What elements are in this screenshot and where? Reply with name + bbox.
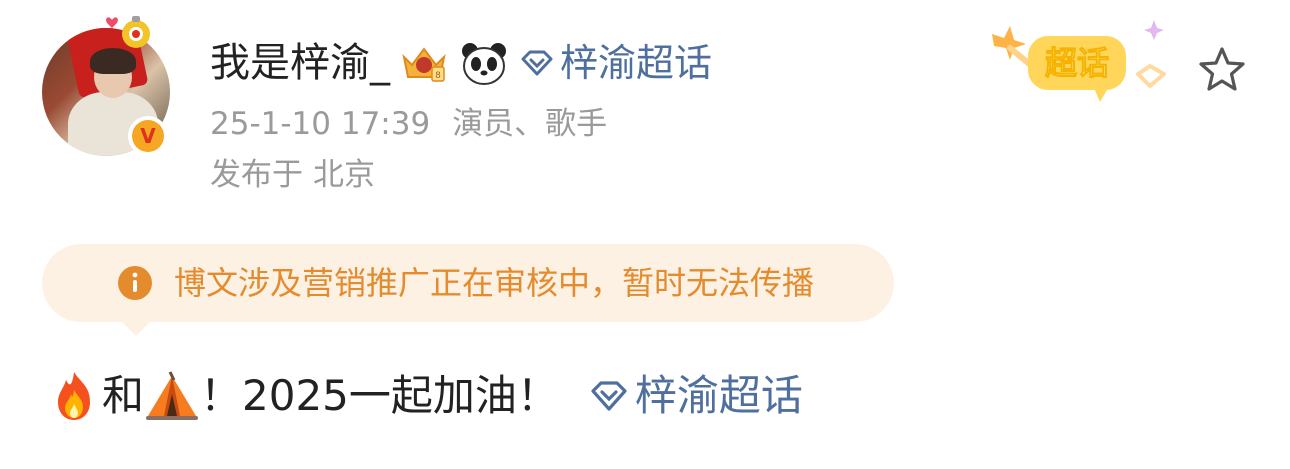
post-timestamp: 25-1-10 17:39 [210,106,431,142]
location-prefix: 发布于 [210,157,303,193]
meta-line: 25-1-10 17:39 演员、歌手 [210,102,607,146]
verified-badge: V [128,116,168,156]
panda-icon[interactable] [458,39,510,87]
weibo-post: V 我是梓渝_ 8 梓渝超话 25-1-10 17:39 演员、歌手 发布于 北… [0,0,1290,469]
location-line: 发布于 北京 [210,153,375,197]
post-text-part-2: ！2025一起加油！ [200,371,559,420]
favorite-star-icon[interactable] [1196,44,1248,96]
notice-text: 博文涉及营销推广正在审核中，暂时无法传播 [174,264,815,302]
post-topic-label: 梓渝超话 [634,371,803,420]
crown-badge-icon[interactable]: 8 [398,39,450,87]
verified-v-icon: V [132,120,164,152]
author-role: 演员、歌手 [452,106,608,142]
diamond-icon [591,381,627,411]
post-text-part-1: 和 [102,371,145,420]
info-icon [118,266,152,300]
supertopic-badge-label: 超话 [1045,44,1109,82]
header-topic-link[interactable]: 梓渝超话 [520,36,712,90]
fire-icon [58,372,90,420]
post-topic-link[interactable]: 梓渝超话 [589,366,803,426]
review-notice: 博文涉及营销推广正在审核中，暂时无法传播 [42,244,894,336]
header-topic-label: 梓渝超话 [560,41,713,85]
svg-text:8: 8 [435,71,441,81]
avatar-decoration-icon [106,16,150,48]
diamond-icon [521,50,553,76]
tent-icon [146,371,199,420]
username[interactable]: 我是梓渝_ [210,36,390,90]
author-row: 我是梓渝_ 8 梓渝超话 [210,36,712,90]
post-content: 和 ！2025一起加油！ 梓渝超话 [46,364,803,428]
location: 北京 [313,157,375,193]
supertopic-badge[interactable]: 超话 [984,14,1184,110]
